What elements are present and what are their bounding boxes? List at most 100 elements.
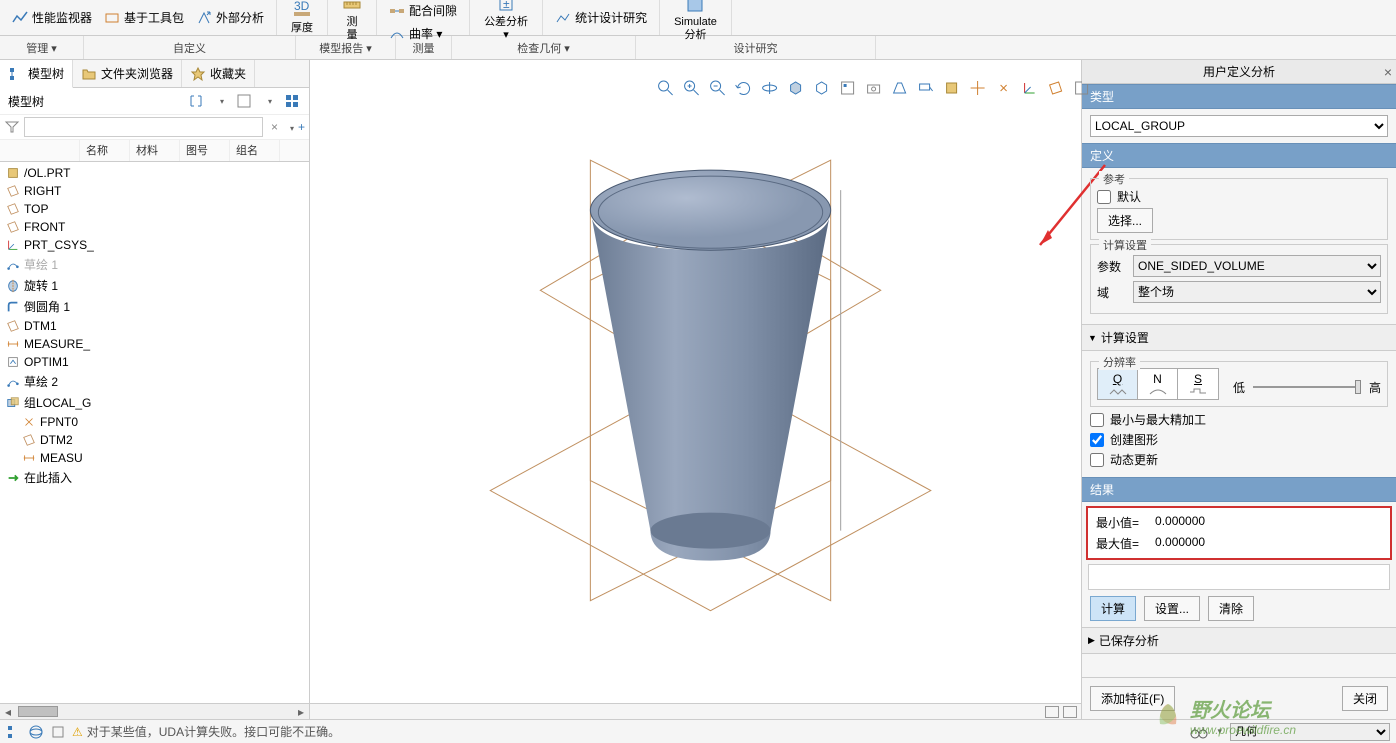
tree-item[interactable]: MEASURE_ xyxy=(0,335,309,353)
domain-select[interactable]: 整个场 xyxy=(1133,281,1381,303)
panel-close-button[interactable]: × xyxy=(1384,64,1392,80)
tree-item-label: MEASU xyxy=(40,451,83,465)
tree-item[interactable]: DTM1 xyxy=(0,317,309,335)
saved-analysis-collapse[interactable]: ▶已保存分析 xyxy=(1082,627,1396,654)
tree-item[interactable]: DTM2 xyxy=(0,431,309,449)
model-tree[interactable]: /OL.PRT RIGHT TOP FRONTPRT_CSYS_草绘 1旋转 1倒圆角… xyxy=(0,162,309,703)
customize-menu[interactable]: 自定义 xyxy=(84,36,296,59)
tree-tool-1[interactable] xyxy=(187,92,205,110)
tree-item[interactable]: 旋转 1 xyxy=(0,275,309,296)
tree-item[interactable]: RIGHT xyxy=(0,182,309,200)
viewport[interactable] xyxy=(310,60,1081,719)
scroll-left[interactable]: ◂ xyxy=(0,704,16,719)
tree-item[interactable]: FRONT xyxy=(0,218,309,236)
datum-plane-icon xyxy=(6,202,20,216)
toolkit-icon xyxy=(104,10,120,26)
tree-item[interactable]: 草绘 2 xyxy=(0,371,309,392)
tree-item[interactable]: TOP xyxy=(0,200,309,218)
tree-tool-4[interactable] xyxy=(259,92,277,110)
section-define: 定义 xyxy=(1082,143,1396,168)
clearance-label: 配合间隙 xyxy=(409,2,457,19)
3d-canvas[interactable] xyxy=(310,60,1081,721)
settings-button[interactable]: 设置... xyxy=(1144,596,1200,621)
tree-item[interactable]: 在此插入 xyxy=(0,467,309,488)
tree-item[interactable]: 草绘 1 xyxy=(0,254,309,275)
status-globe-icon[interactable] xyxy=(28,724,44,740)
ribbon-top: 性能监视器 基于工具包 外部分析 3D厚度 测 量 配合间隙 曲率 ▾ ±公差分… xyxy=(0,0,1396,36)
filter-input[interactable] xyxy=(24,117,263,137)
res-n[interactable]: N xyxy=(1138,369,1178,399)
clearance-button[interactable]: 配合间隙 xyxy=(385,0,461,21)
tab-model-tree[interactable]: 模型树 xyxy=(0,60,73,88)
col-name[interactable]: 名称 xyxy=(80,140,130,161)
simulate-button[interactable]: Simulate 分析 xyxy=(668,0,723,43)
manage-menu[interactable]: 管理 ▾ xyxy=(0,36,84,59)
dynamic-update-checkbox[interactable] xyxy=(1090,453,1104,467)
filter-icon[interactable] xyxy=(4,119,20,135)
curvature-label: 曲率 ▾ xyxy=(409,25,442,42)
thickness-icon: 3D xyxy=(292,0,312,20)
calc-settings-fieldset: 计算设置 参数ONE_SIDED_VOLUME 域整个场 xyxy=(1090,244,1388,314)
datum-plane-icon xyxy=(6,319,20,333)
datum-plane-icon xyxy=(6,184,20,198)
perf-monitor-button[interactable]: 性能监视器 xyxy=(8,7,96,28)
tree-item[interactable]: MEASU xyxy=(0,449,309,467)
canvas-footer-btn2[interactable] xyxy=(1063,706,1077,718)
stat-study-button[interactable]: 统计设计研究 xyxy=(551,7,651,28)
left-panel: 模型树 文件夹浏览器 收藏夹 模型树 × + 名称 材料 图号 xyxy=(0,60,310,719)
res-slider[interactable] xyxy=(1253,386,1361,388)
minmax-checkbox[interactable] xyxy=(1090,413,1104,427)
calc-settings-collapse[interactable]: ▼计算设置 xyxy=(1082,324,1396,351)
tree-item[interactable]: 组LOCAL_G xyxy=(0,392,309,413)
tab-folder-browser[interactable]: 文件夹浏览器 xyxy=(73,60,182,87)
tree-item[interactable]: OPTIM1 xyxy=(0,353,309,371)
type-select[interactable]: LOCAL_GROUP xyxy=(1090,115,1388,137)
tree-item[interactable]: /OL.PRT xyxy=(0,164,309,182)
col-material[interactable]: 材料 xyxy=(130,140,180,161)
select-button[interactable]: 选择... xyxy=(1097,208,1153,233)
resolution-toggle: Q N S xyxy=(1097,368,1219,400)
scroll-right[interactable]: ▸ xyxy=(293,704,309,719)
col-group-name[interactable]: 组名 xyxy=(230,140,280,161)
tolerance-button[interactable]: ±公差分析 ▾ xyxy=(478,0,534,43)
thickness-button[interactable]: 3D厚度 xyxy=(285,0,319,37)
toolkit-button[interactable]: 基于工具包 xyxy=(100,7,188,28)
filter-dropdown[interactable] xyxy=(286,120,294,134)
tree-tool-2[interactable] xyxy=(211,92,229,110)
watermark: 野火论坛 www.proewildfire.cn xyxy=(1152,694,1296,737)
tree-tool-3[interactable] xyxy=(235,92,253,110)
res-s[interactable]: S xyxy=(1178,369,1218,399)
tree-item-label: /OL.PRT xyxy=(24,166,70,180)
revolve-icon xyxy=(6,279,20,293)
tab-favorites[interactable]: 收藏夹 xyxy=(182,60,255,87)
col-draw-no[interactable]: 图号 xyxy=(180,140,230,161)
create-graph-checkbox[interactable] xyxy=(1090,433,1104,447)
tree-tool-5[interactable] xyxy=(283,92,301,110)
slider-thumb[interactable] xyxy=(1355,380,1361,394)
filter-add[interactable]: + xyxy=(298,120,305,134)
param-select[interactable]: ONE_SIDED_VOLUME xyxy=(1133,255,1381,277)
canvas-footer-btn1[interactable] xyxy=(1045,706,1059,718)
scroll-thumb[interactable] xyxy=(18,706,58,717)
tree-item[interactable]: FPNT0 xyxy=(0,413,309,431)
tree-title: 模型树 xyxy=(8,93,44,110)
status-tree-icon[interactable] xyxy=(6,724,22,740)
curvature-button[interactable]: 曲率 ▾ xyxy=(385,23,446,44)
res-q[interactable]: Q xyxy=(1098,369,1138,399)
tree-item[interactable]: 倒圆角 1 xyxy=(0,296,309,317)
measure-button[interactable]: 测 量 xyxy=(336,0,368,43)
status-box-icon[interactable] xyxy=(50,724,66,740)
tree-item[interactable]: PRT_CSYS_ xyxy=(0,236,309,254)
clear-button[interactable]: 清除 xyxy=(1208,596,1254,621)
h-scrollbar[interactable]: ◂ ▸ xyxy=(0,703,309,719)
filter-clear[interactable]: × xyxy=(267,120,282,134)
param-label: 参数 xyxy=(1097,258,1127,275)
saved-analysis-label: 已保存分析 xyxy=(1099,632,1159,649)
compute-button[interactable]: 计算 xyxy=(1090,596,1136,621)
external-analysis-label: 外部分析 xyxy=(216,9,264,26)
default-checkbox[interactable] xyxy=(1097,190,1111,204)
tree-item-label: TOP xyxy=(24,202,48,216)
group-icon xyxy=(6,396,20,410)
close-button[interactable]: 关闭 xyxy=(1342,686,1388,711)
external-analysis-button[interactable]: 外部分析 xyxy=(192,7,268,28)
